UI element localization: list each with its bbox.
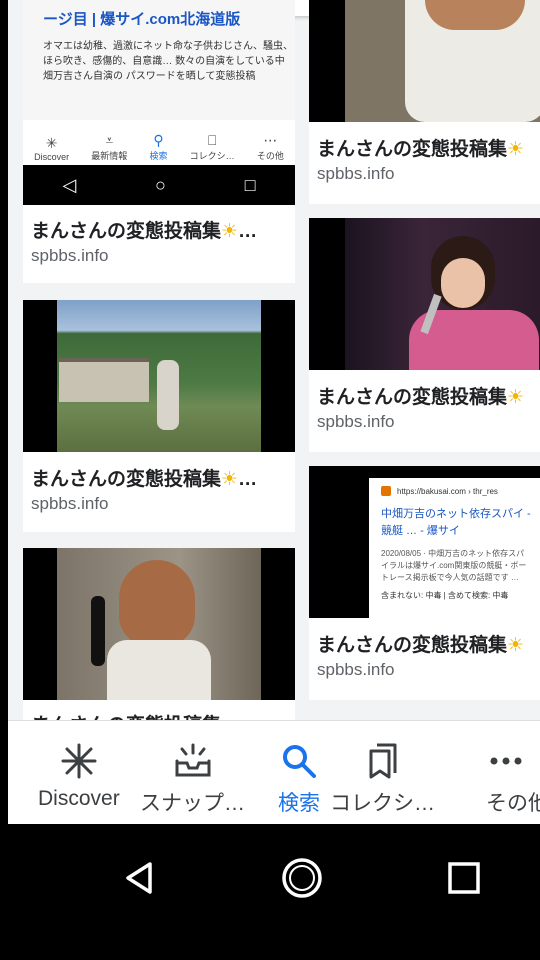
- screenshot-body: オマエは幼稚、過激にネット命な子供おじさん、騒虫、ほら吹き、感傷的、自意識… 数…: [43, 41, 293, 82]
- screenshot-url: https://bakusai.com › thr_res: [381, 486, 532, 496]
- result-card[interactable]: まんさんの変態投稿集☀… spbbs.info: [23, 300, 295, 532]
- result-domain: spbbs.info: [317, 412, 395, 431]
- screenshot-result-body: 2020/08/05 · 中畑万吉のネット依存スパイラルは爆サイ.com関東版の…: [381, 549, 527, 582]
- result-card[interactable]: まんさんの変態投稿集☀ spbbs.info: [309, 0, 540, 204]
- nav-search[interactable]: 検索: [278, 741, 320, 817]
- result-card[interactable]: ージ目 | 爆サイ.com北海道版 オマエは幼稚、過激にネット命な子供おじさん、…: [23, 0, 295, 283]
- nav-more[interactable]: その他: [486, 741, 540, 817]
- search-icon: [279, 741, 319, 781]
- sparkle-icon: ☀: [221, 221, 239, 242]
- favicon-icon: [381, 486, 391, 496]
- more-icon: [486, 741, 526, 781]
- man-on-phone-image: [57, 548, 261, 700]
- search-result-screenshot: https://bakusai.com › thr_res 中畑万吉のネット依存…: [369, 478, 540, 618]
- outdoor-scene-image: [57, 300, 261, 452]
- back-icon: ◁: [62, 174, 77, 195]
- result-thumbnail: [23, 300, 295, 452]
- result-thumbnail: [309, 218, 540, 370]
- result-title: まんさんの変態投稿集☀: [317, 635, 525, 656]
- screenshot-result-minus: 含まれない: 中毒 | 含めて検索: 中毒: [381, 591, 509, 600]
- screenshot-nav-collections: ⎕ コレクシ…: [189, 132, 235, 161]
- collections-icon: [363, 741, 403, 781]
- screenshot-nav-latest: ⩡ 最新情報: [91, 132, 128, 161]
- recents-icon: □: [244, 174, 256, 195]
- result-domain: spbbs.info: [31, 246, 109, 265]
- result-domain: spbbs.info: [317, 660, 395, 679]
- screenshot-nav-search: ⚲ 検索: [149, 132, 168, 161]
- result-thumbnail: https://bakusai.com › thr_res 中畑万吉のネット依存…: [309, 466, 540, 618]
- sparkle-icon: ☀: [507, 635, 525, 656]
- result-domain: spbbs.info: [317, 164, 395, 183]
- sparkle-icon: ☀: [507, 387, 525, 408]
- screenshot-result-title: 中畑万吉のネット依存スパイ - 競艇 … - 爆サイ: [381, 508, 531, 537]
- screenshot-nav: ✳ Discover ⩡ 最新情報 ⚲ 検索 ⎕ コレクシ… ⋯ その他: [23, 122, 295, 162]
- asterisk-icon: [59, 741, 99, 781]
- result-title: まんさんの変態投稿集☀…: [31, 221, 258, 242]
- screenshot-heading: ージ目 | 爆サイ.com北海道版: [43, 11, 241, 28]
- bottom-navigation: Discover スナップ… 検索 コレクシ… その他: [8, 720, 540, 825]
- result-thumbnail: ージ目 | 爆サイ.com北海道版 オマエは幼稚、過激にネット命な子供おじさん、…: [23, 0, 295, 205]
- back-icon: [126, 862, 152, 894]
- screenshot-nav-discover: ✳ Discover: [34, 135, 70, 162]
- results-screen: ージ目 | 爆サイ.com北海道版 オマエは幼稚、過激にネット命な子供おじさん、…: [8, 0, 540, 824]
- home-button[interactable]: [272, 848, 332, 908]
- back-button[interactable]: [110, 848, 170, 908]
- result-title: まんさんの変態投稿集☀…: [31, 469, 258, 490]
- nav-snapshot[interactable]: スナップ…: [140, 741, 245, 817]
- result-thumbnail: [23, 548, 295, 700]
- result-domain: spbbs.info: [31, 494, 109, 513]
- screenshot-system-bar: ◁ ○ □: [23, 165, 295, 205]
- singer-image: [345, 218, 540, 370]
- home-icon: ○: [155, 174, 166, 195]
- result-title: まんさんの変態投稿集☀: [317, 139, 525, 160]
- result-card[interactable]: https://bakusai.com › thr_res 中畑万吉のネット依存…: [309, 466, 540, 700]
- result-title: まんさんの変態投稿集☀: [317, 387, 525, 408]
- screenshot-page: ージ目 | 爆サイ.com北海道版 オマエは幼稚、過激にネット命な子供おじさん、…: [23, 0, 295, 120]
- recents-icon: [448, 862, 480, 894]
- recents-button[interactable]: [434, 848, 494, 908]
- result-thumbnail: [309, 0, 540, 122]
- sparkle-icon: ☀: [221, 469, 239, 490]
- nav-collections[interactable]: コレクシ…: [330, 741, 435, 817]
- home-icon: [282, 858, 322, 898]
- result-card[interactable]: まんさんの変態投稿集☀ spbbs.info: [309, 218, 540, 452]
- screenshot-nav-more: ⋯ その他: [256, 132, 284, 161]
- sparkle-icon: ☀: [507, 139, 525, 160]
- tank-top-image: [345, 0, 540, 122]
- nav-discover[interactable]: Discover: [38, 741, 120, 811]
- system-navigation-bar: [0, 824, 540, 960]
- inbox-icon: [173, 741, 213, 781]
